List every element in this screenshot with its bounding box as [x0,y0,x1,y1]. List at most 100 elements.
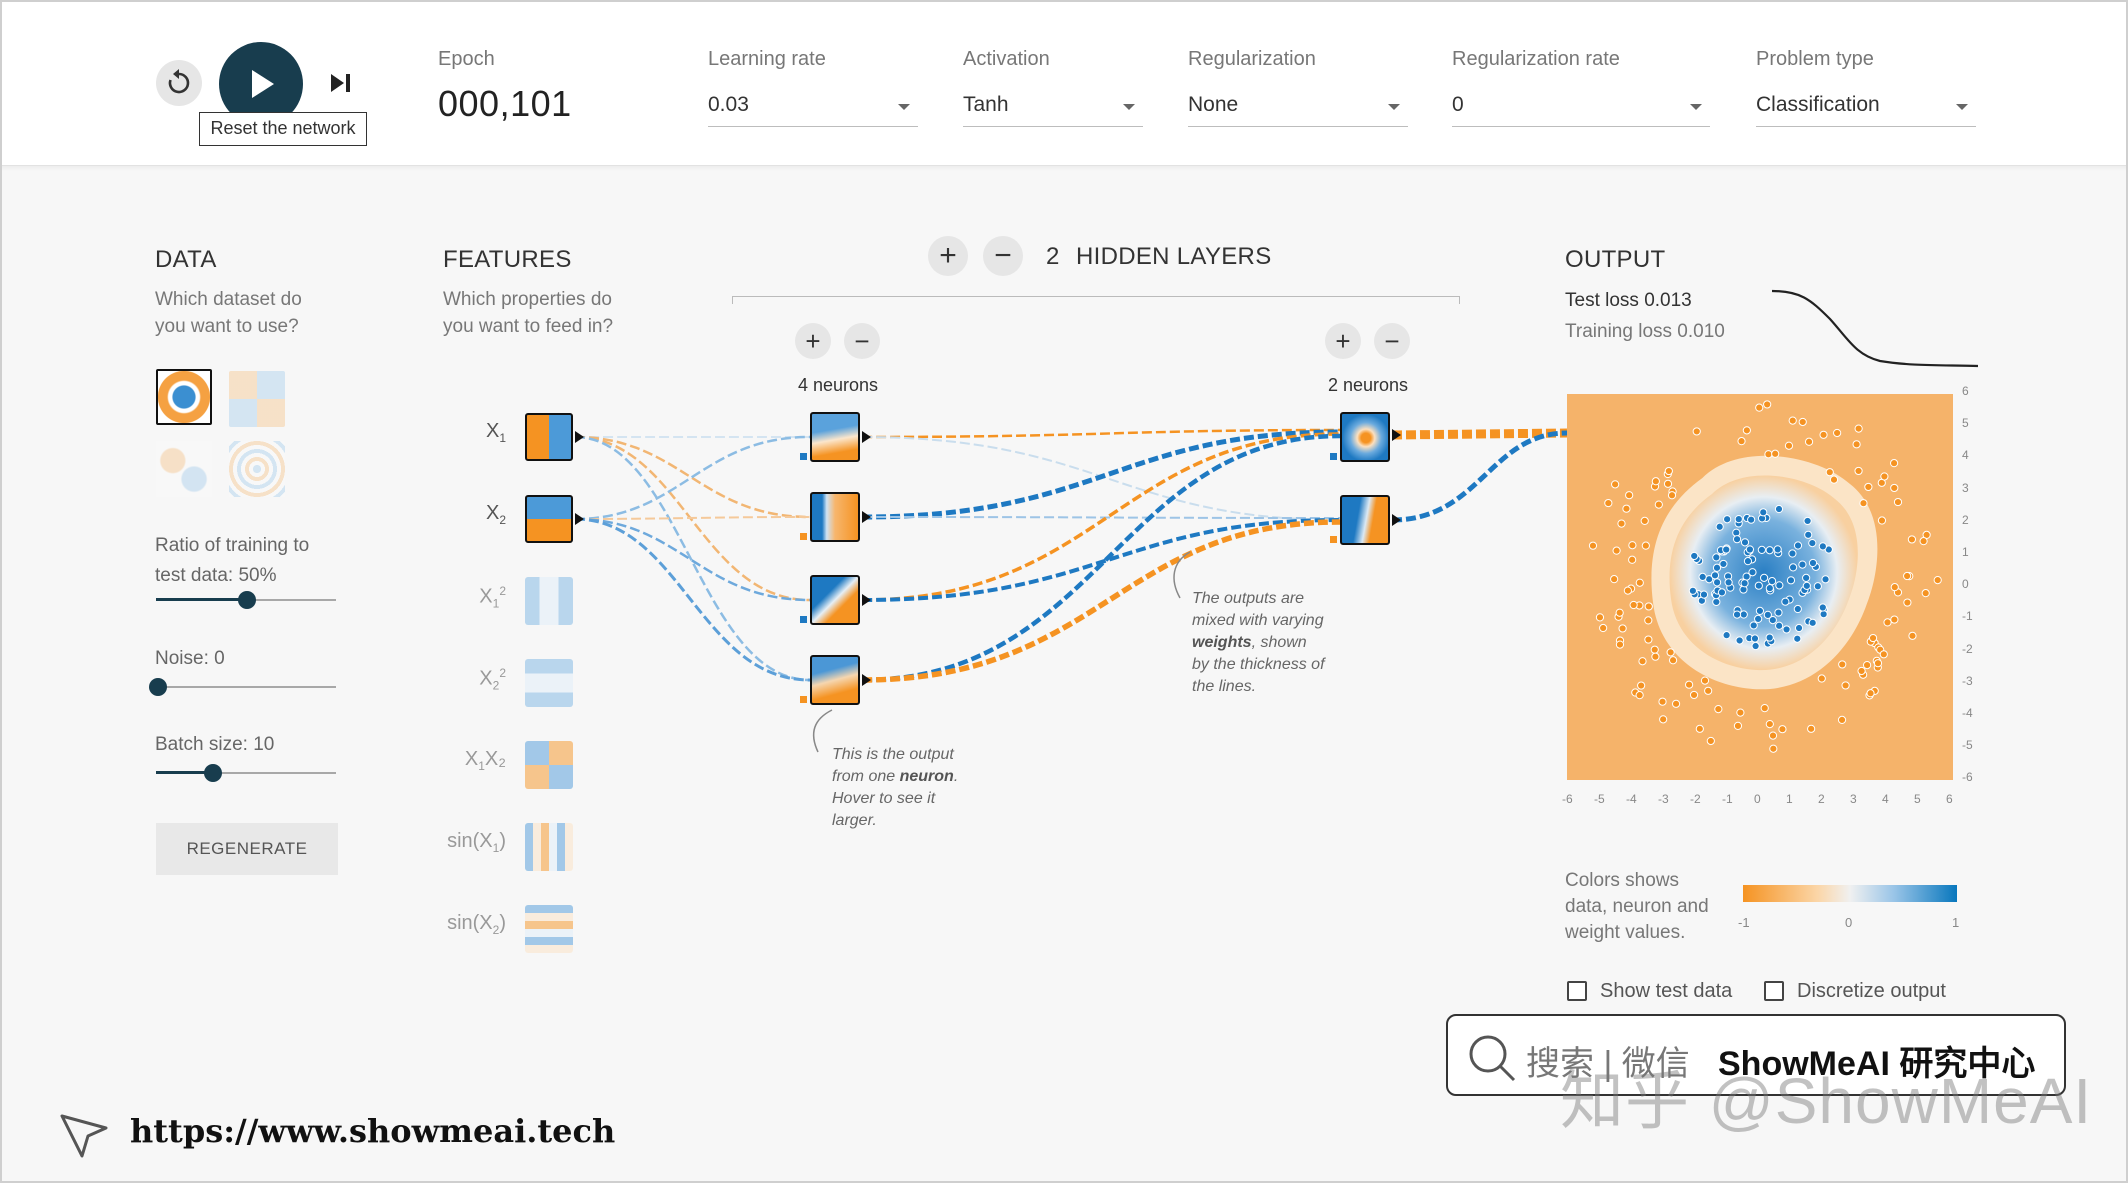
blue-data-point [1734,515,1743,524]
weight-line[interactable] [574,517,811,682]
legend-line: data, neuron and [1565,896,1709,917]
annotation-line: The outputs are [1192,590,1305,607]
x-tick-label: 2 [1818,792,1825,806]
orange-data-point [1737,437,1746,446]
blue-data-point [1757,545,1766,554]
annotation-line: Hover to see it [832,790,936,807]
orange-data-point [1692,427,1701,436]
orange-data-point [1768,731,1778,740]
weight-line[interactable] [1391,430,1568,523]
blue-data-point [1774,608,1783,617]
annotation-text: . [953,768,959,785]
bias-marker [800,616,807,623]
output-arrow [862,674,871,686]
legend-mid: 0 [1845,915,1853,930]
orange-data-point [1852,440,1861,449]
blue-data-point [1712,597,1721,607]
orange-data-point [1765,720,1774,729]
neuron-l1-4[interactable] [810,655,860,705]
output-arrow [575,513,584,525]
output-title: OUTPUT [1565,246,1666,273]
neuron-l1-1[interactable] [810,412,860,462]
orange-data-point [1755,403,1764,412]
blue-data-point [1754,581,1763,590]
orange-data-point [1877,516,1887,525]
y-tick-label: 2 [1962,512,1969,527]
blue-data-point [1774,504,1784,514]
search-icon [1469,1035,1516,1082]
weight-line[interactable] [574,516,811,520]
orange-data-point [1859,499,1868,508]
show-test-data-label[interactable]: Show test data [1600,980,1732,1003]
blue-data-point [1732,610,1742,619]
legend-line: weight values. [1565,922,1686,943]
orange-data-point [1883,618,1892,627]
output-arrow [862,511,871,523]
loss-curve [1771,289,1979,368]
orange-data-point [1664,466,1673,476]
orange-data-point [1778,725,1787,734]
orange-data-point [1714,705,1723,714]
orange-data-point [1611,480,1620,489]
orange-data-point [1769,744,1778,753]
orange-data-point [1854,424,1863,433]
output-heatmap[interactable] [1567,394,1953,780]
y-tick-label: 3 [1962,480,1969,495]
orange-data-point [1599,623,1608,633]
blue-data-point [1821,575,1830,584]
blue-data-point [1699,590,1709,599]
orange-data-point [1668,656,1678,665]
orange-data-point [1610,575,1619,584]
weight-line[interactable] [861,428,1341,439]
neuron-l1-2[interactable] [810,492,860,542]
orange-data-point [1588,541,1598,550]
blue-data-point [1688,586,1697,595]
orange-data-point [1644,602,1653,611]
orange-data-point [1689,690,1699,700]
blue-data-point [1745,545,1754,554]
blue-data-point [1808,558,1818,568]
y-tick-label: 6 [1962,384,1969,398]
neuron-l2-1[interactable] [1340,412,1390,462]
blue-data-point [1690,551,1699,561]
orange-data-point [1650,645,1659,654]
orange-data-point [1890,483,1899,493]
blue-data-point [1765,546,1774,555]
blue-data-point [1719,559,1728,569]
blue-data-point [1789,563,1798,572]
orange-data-point [1685,680,1694,689]
orange-data-point [1638,657,1647,666]
x-tick-label: 1 [1786,792,1793,806]
annotation-line: larger. [832,812,877,829]
orange-data-point [1825,468,1834,477]
orange-data-point [1604,498,1613,508]
blue-data-point [1798,560,1807,569]
orange-data-point [1736,708,1745,717]
orange-data-point [1838,660,1847,669]
weight-line[interactable] [574,435,811,521]
orange-data-point [1618,624,1627,633]
neuron-l1-3[interactable] [810,575,860,625]
website-url[interactable]: https://www.showmeai.tech [130,1112,615,1150]
orange-data-point [1706,736,1715,746]
weight-line[interactable] [574,435,811,682]
blue-data-point [1739,610,1748,619]
discretize-output-checkbox[interactable] [1764,981,1784,1001]
neuron-l2-2[interactable] [1340,495,1390,545]
weight-line[interactable] [861,516,1341,519]
orange-data-point [1798,417,1807,427]
orange-data-point [1644,616,1653,625]
training-loss: Training loss 0.010 [1565,321,1725,342]
blue-data-point [1740,579,1749,588]
x-tick-label: -4 [1626,792,1637,806]
orange-data-point [1933,576,1942,585]
neuron-annotation: This is the output from one neuron. Hove… [832,744,958,832]
weight-line[interactable] [574,517,811,602]
orange-data-point [1890,583,1899,592]
blue-data-point [1743,557,1753,566]
legend-max: 1 [1952,915,1960,930]
x-tick-label: -6 [1562,792,1573,806]
blue-data-point [1765,633,1774,642]
discretize-output-label[interactable]: Discretize output [1797,980,1946,1003]
show-test-data-checkbox[interactable] [1567,981,1587,1001]
